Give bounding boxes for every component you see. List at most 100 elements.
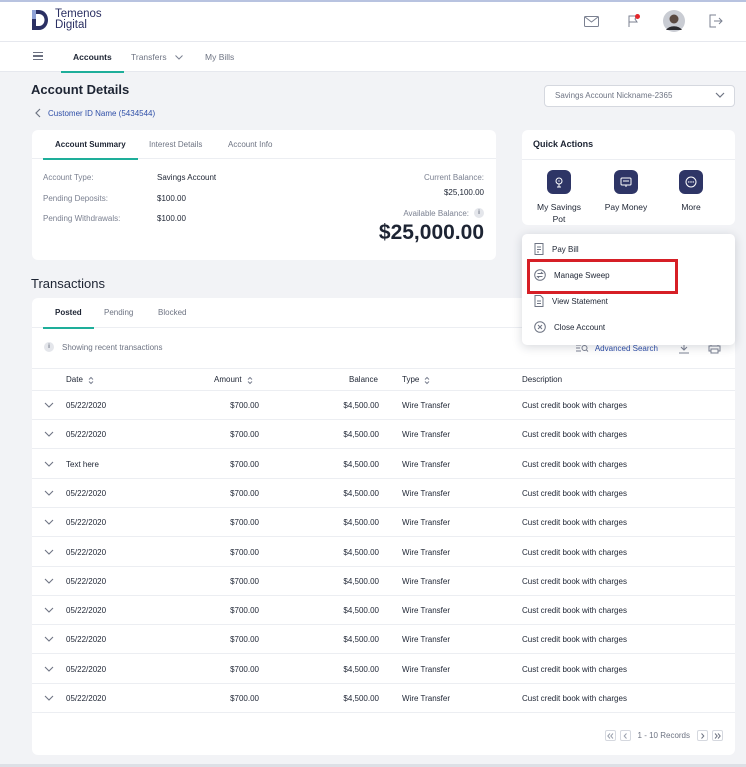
brand-name-line2: Digital — [55, 19, 87, 31]
mail-icon[interactable] — [580, 10, 602, 32]
table-row[interactable]: 05/22/2020 $700.00 $4,500.00 Wire Transfer C… — [32, 391, 735, 420]
cell-description: Cust credit book with charges — [522, 430, 627, 440]
cell-balance: $4,500.00 — [343, 518, 379, 528]
top-border — [0, 0, 746, 2]
tab-account-info[interactable]: Account Info — [228, 130, 272, 159]
column-balance: Balance — [349, 375, 378, 384]
logout-icon[interactable] — [704, 10, 726, 32]
menu-item-close-account[interactable]: Close Account — [534, 319, 605, 335]
cell-date: 05/22/2020 — [66, 694, 107, 703]
cell-amount: $700.00 — [230, 606, 259, 616]
nav-tab-my-bills[interactable]: My Bills — [205, 42, 234, 72]
table-row[interactable]: 05/22/2020 $700.00 $4,500.00 Wire Transfer C… — [32, 625, 735, 655]
quick-action-my-savings-pot[interactable]: My Savings Pot — [529, 170, 589, 225]
breadcrumb-customer[interactable]: Customer ID Name (5434544) — [48, 109, 155, 118]
column-date[interactable]: Date — [66, 369, 94, 391]
column-type[interactable]: Type — [402, 369, 430, 391]
cell-description: Cust credit book with charges — [522, 547, 627, 557]
top-bar: Temenos Digital — [0, 0, 746, 42]
cell-date: 05/22/2020 — [66, 635, 107, 645]
cell-amount: $700.00 — [230, 459, 259, 469]
quick-action-label-line2: Pot — [552, 214, 566, 224]
cell-amount: $700.00 — [230, 635, 259, 645]
expand-chevron-icon[interactable] — [44, 490, 54, 496]
table-row[interactable]: 05/22/2020 $700.00 $4,500.00 Wire Transfer C… — [32, 479, 735, 508]
first-page-icon[interactable] — [604, 730, 616, 741]
cell-date: 05/22/2020 — [66, 401, 107, 410]
table-row[interactable]: 05/22/2020 $700.00 $4,500.00 Wire Transfer C… — [32, 508, 735, 538]
hamburger-menu-icon[interactable] — [33, 52, 43, 61]
tab-pending[interactable]: Pending — [104, 298, 133, 328]
table-row[interactable]: 05/22/2020 $700.00 $4,500.00 Wire Transfer C… — [32, 684, 735, 713]
account-select[interactable]: Savings Account Nickname-2365 — [544, 85, 735, 107]
expand-chevron-icon[interactable] — [44, 431, 54, 438]
quick-action-label: My Savings — [537, 202, 581, 212]
column-amount[interactable]: Amount — [214, 369, 253, 391]
pending-withdrawals-label: Pending Withdrawals: — [43, 214, 121, 223]
tab-blocked[interactable]: Blocked — [158, 298, 186, 328]
pending-deposits-value: $100.00 — [157, 194, 186, 203]
back-chevron-icon[interactable] — [35, 108, 41, 118]
expand-chevron-icon[interactable] — [44, 402, 54, 408]
cell-type: Wire Transfer — [402, 547, 451, 557]
info-icon[interactable]: i — [474, 208, 484, 218]
cell-balance: $4,500.00 — [343, 635, 379, 645]
expand-chevron-icon[interactable] — [44, 519, 54, 525]
account-summary-card: Account Summary Interest Details Account… — [32, 130, 496, 260]
transactions-title: Transactions — [31, 276, 105, 291]
user-avatar[interactable] — [662, 9, 686, 33]
cell-type: Wire Transfer — [402, 459, 451, 469]
close-circle-icon — [534, 321, 546, 333]
menu-item-pay-bill[interactable]: Pay Bill — [534, 241, 579, 257]
notification-flag-icon[interactable] — [622, 10, 644, 32]
tab-posted[interactable]: Posted — [43, 298, 94, 329]
next-page-icon[interactable] — [697, 730, 708, 741]
cell-date: 05/22/2020 — [66, 488, 107, 498]
cell-description: Cust credit book with charges — [522, 635, 627, 645]
quick-action-label: Pay Money — [604, 202, 648, 212]
column-date-label: Date — [66, 375, 83, 384]
table-row[interactable]: 05/22/2020 $700.00 $4,500.00 Wire Transfer C… — [32, 655, 735, 684]
temenos-logo-icon — [30, 8, 50, 32]
transactions-card: Posted Pending Blocked i Showing recent … — [32, 298, 735, 755]
tab-interest-details[interactable]: Interest Details — [149, 130, 202, 159]
quick-action-more[interactable]: More — [661, 170, 721, 213]
table-row[interactable]: Text here $700.00 $4,500.00 Wire Transfer Cu… — [32, 450, 735, 479]
expand-chevron-icon[interactable] — [44, 607, 54, 613]
menu-item-view-statement[interactable]: View Statement — [534, 293, 608, 309]
transactions-info: i Showing recent transactions — [44, 342, 163, 352]
table-header: Date Amount Balance Type Description — [32, 368, 735, 391]
quick-action-pay-money[interactable]: Pay Money — [596, 170, 656, 213]
brand-logo[interactable]: Temenos Digital — [30, 8, 102, 32]
account-type-value: Savings Account — [157, 173, 217, 182]
breadcrumb[interactable]: Customer ID Name (5434544) — [35, 108, 155, 118]
transactions-info-text: Showing recent transactions — [62, 342, 163, 352]
nav-tab-transfers[interactable]: Transfers — [131, 42, 183, 72]
last-page-icon[interactable] — [712, 730, 723, 741]
expand-chevron-icon[interactable] — [44, 666, 54, 672]
column-type-label: Type — [402, 375, 420, 384]
prev-page-icon[interactable] — [619, 730, 631, 741]
cell-amount: $700.00 — [230, 488, 259, 498]
cell-balance: $4,500.00 — [343, 430, 379, 440]
expand-chevron-icon[interactable] — [44, 461, 54, 467]
quick-action-label: More — [681, 202, 701, 212]
table-row[interactable]: 05/22/2020 $700.00 $4,500.00 Wire Transfer C… — [32, 538, 735, 567]
sort-icon — [88, 376, 94, 384]
pagination: 1 - 10 Records — [604, 730, 723, 741]
expand-chevron-icon[interactable] — [44, 578, 54, 584]
tab-account-summary[interactable]: Account Summary — [43, 130, 138, 160]
nav-tab-accounts[interactable]: Accounts — [61, 42, 124, 73]
sort-icon — [247, 376, 252, 384]
cell-date: 05/22/2020 — [66, 576, 107, 586]
table-row[interactable]: 05/22/2020 $700.00 $4,500.00 Wire Transfer C… — [32, 596, 735, 626]
expand-chevron-icon[interactable] — [44, 636, 54, 643]
expand-chevron-icon[interactable] — [44, 695, 54, 701]
cell-amount: $700.00 — [230, 664, 259, 674]
cell-date: Text here — [66, 459, 99, 469]
table-row[interactable]: 05/22/2020 $700.00 $4,500.00 Wire Transfer C… — [32, 420, 735, 450]
sort-icon — [424, 376, 430, 384]
cell-type: Wire Transfer — [402, 664, 451, 674]
expand-chevron-icon[interactable] — [44, 549, 54, 555]
table-row[interactable]: 05/22/2020 $700.00 $4,500.00 Wire Transfer C… — [32, 567, 735, 596]
